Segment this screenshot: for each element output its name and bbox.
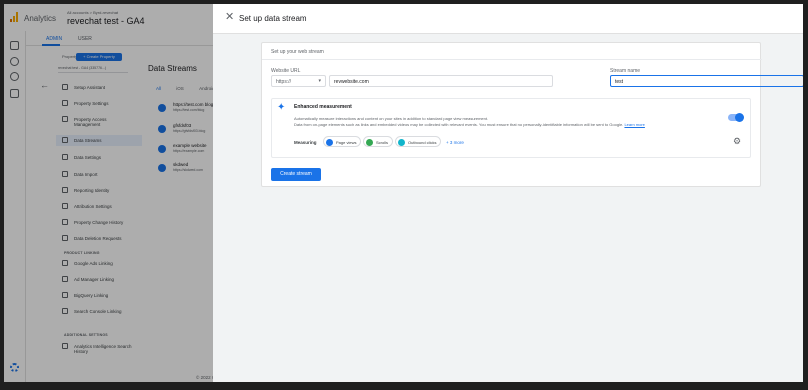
protocol-value: https:// (276, 79, 292, 85)
toggle-knob (735, 113, 744, 122)
page-views-icon (326, 138, 333, 146)
modal-scrim[interactable] (4, 4, 213, 382)
setup-data-stream-panel: ✕ Set up data stream Set up your web str… (213, 4, 803, 382)
chip-label: Outbound clicks (408, 140, 437, 145)
chip-label: Page views (336, 140, 357, 145)
card-subtitle: Set up your web stream (271, 49, 324, 55)
sparkle-icon: ✦ (277, 102, 286, 113)
panel-title: Set up data stream (239, 14, 307, 23)
close-icon[interactable]: ✕ (225, 12, 234, 23)
measuring-label: Measuring (294, 140, 317, 145)
chip-page-views: Page views (323, 136, 362, 147)
enhanced-measurement-title: Enhanced measurement (294, 104, 352, 110)
web-stream-card: Set up your web stream Website URL https… (261, 42, 803, 187)
enhanced-measurement-section: ✦ Enhanced measurement Automatically mea… (271, 98, 751, 158)
stream-name-input[interactable]: test (610, 75, 803, 87)
chevron-down-icon: ▾ (318, 78, 321, 84)
enhanced-measurement-desc-text: Data from on-page elements such as links… (294, 122, 624, 127)
enhanced-measurement-desc-2: Data from on-page elements such as links… (294, 122, 645, 127)
outbound-clicks-icon (398, 138, 405, 146)
divider (262, 59, 762, 60)
panel-header: ✕ Set up data stream (213, 4, 803, 34)
chip-scrolls: Scrolls (363, 136, 394, 147)
stream-name-label: Stream name (610, 68, 641, 74)
website-url-label: Website URL (271, 68, 301, 74)
enhanced-measurement-desc: Automatically measure interactions and c… (294, 116, 489, 121)
learn-more-link[interactable]: Learn more (624, 122, 644, 127)
website-url-input[interactable]: revwebsite.com (329, 75, 553, 87)
protocol-select[interactable]: https:// ▾ (271, 75, 326, 87)
gear-icon[interactable]: ⚙ (733, 137, 741, 146)
more-events-link[interactable]: + 3 more (446, 140, 464, 145)
chip-label: Scrolls (376, 140, 389, 145)
create-stream-button[interactable]: Create stream (271, 168, 321, 181)
enhanced-measurement-toggle[interactable] (728, 113, 744, 122)
chip-outbound-clicks: Outbound clicks (395, 136, 442, 147)
scrolls-icon (366, 138, 373, 146)
app-window: Analytics All accounts > Byrd-revechat r… (4, 4, 803, 382)
